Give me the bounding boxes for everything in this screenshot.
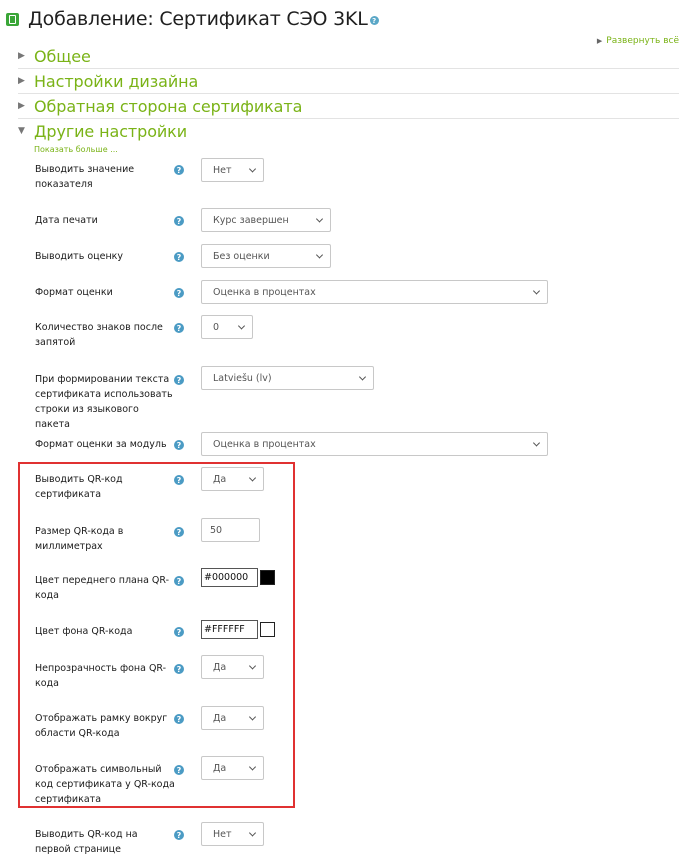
qr-foreground-color-input[interactable]: #000000 [201, 568, 258, 587]
qr-foreground-swatch[interactable] [260, 570, 275, 585]
chevron-down-icon [248, 165, 257, 173]
help-icon[interactable]: ? [174, 830, 184, 840]
section-design[interactable]: ▶ Настройки дизайна [18, 69, 679, 94]
chevron-down-icon [532, 439, 541, 447]
section-title: Общее [34, 46, 91, 66]
chevron-down-icon [248, 474, 257, 482]
help-icon[interactable]: ? [174, 252, 184, 262]
section-general[interactable]: ▶ Общее [18, 44, 679, 69]
help-icon[interactable]: ? [174, 288, 184, 298]
help-icon[interactable]: ? [174, 765, 184, 775]
select-value: Да [213, 661, 227, 673]
select-value: 0 [213, 321, 220, 333]
select-value: Оценка в процентах [213, 438, 316, 450]
caret-right-icon: ▶ [18, 51, 25, 61]
field-label: Дата печати [35, 215, 98, 226]
caret-down-icon: ▼ [18, 126, 25, 136]
input-value: #FFFFFF [204, 624, 245, 635]
module-grade-format-select[interactable]: Оценка в процентах [201, 432, 548, 456]
field-label: Размер QR-кода в миллиметрах [35, 526, 124, 552]
field-label: Выводить значение показателя [35, 164, 135, 190]
section-other[interactable]: ▼ Другие настройки [18, 119, 679, 143]
chevron-down-icon [315, 215, 324, 223]
help-icon[interactable]: ? [369, 16, 379, 25]
qr-background-color-input[interactable]: #FFFFFF [201, 620, 258, 639]
field-label: Отображать рамку вокруг области QR-кода [35, 713, 168, 739]
settings-page: Добавление: Сертификат СЭО 3KL ? ▶ Развер… [0, 0, 685, 864]
show-indicator-select[interactable]: Нет [201, 158, 264, 182]
help-icon[interactable]: ? [174, 165, 184, 175]
help-icon[interactable]: ? [174, 576, 184, 586]
field-label: Формат оценки [35, 287, 113, 298]
section-title: Обратная сторона сертификата [34, 96, 303, 116]
field-label: Выводить QR-код на первой странице [35, 829, 138, 855]
field-label: Количество знаков после запятой [35, 322, 163, 348]
chevron-down-icon [237, 322, 246, 330]
chevron-down-icon [248, 763, 257, 771]
field-label: Непрозрачность фона QR-кода [35, 663, 167, 689]
select-value: Да [213, 712, 227, 724]
help-icon[interactable]: ? [174, 475, 184, 485]
chevron-down-icon [532, 287, 541, 295]
qr-frame-select[interactable]: Да [201, 706, 264, 730]
help-icon[interactable]: ? [174, 375, 184, 385]
grade-format-select[interactable]: Оценка в процентах [201, 280, 548, 304]
field-label: Формат оценки за модуль [35, 439, 167, 450]
input-value: #000000 [204, 572, 249, 583]
section-title: Настройки дизайна [34, 71, 199, 91]
chevron-down-icon [248, 662, 257, 670]
field-label: Цвет переднего плана QR-кода [35, 575, 170, 601]
page-header: Добавление: Сертификат СЭО 3KL ? [6, 6, 379, 32]
qr-symbolic-select[interactable]: Да [201, 756, 264, 780]
chevron-down-icon [358, 373, 367, 381]
select-value: Без оценки [213, 250, 270, 262]
print-date-select[interactable]: Курс завершен [201, 208, 331, 232]
section-title: Другие настройки [34, 121, 188, 141]
help-icon[interactable]: ? [174, 527, 184, 537]
qr-size-input[interactable]: 50 [201, 518, 260, 542]
help-icon[interactable]: ? [174, 440, 184, 450]
select-value: Оценка в процентах [213, 286, 316, 298]
decimals-select[interactable]: 0 [201, 315, 253, 339]
certificate-module-icon [6, 12, 19, 26]
qr-opacity-select[interactable]: Да [201, 655, 264, 679]
chevron-down-icon [248, 713, 257, 721]
help-icon[interactable]: ? [174, 627, 184, 637]
select-value: Нет [213, 164, 232, 176]
select-value: Нет [213, 828, 232, 840]
caret-right-icon: ▶ [18, 76, 25, 86]
chevron-down-icon [315, 251, 324, 259]
field-label: Цвет фона QR-кода [35, 626, 133, 637]
field-label: При формировании текста сертификата испо… [35, 374, 173, 430]
field-label: Отображать символьный код сертификата у … [35, 764, 175, 805]
show-qr-select[interactable]: Да [201, 467, 264, 491]
select-value: Latviešu (lv) [213, 372, 272, 384]
section-back[interactable]: ▶ Обратная сторона сертификата [18, 94, 679, 119]
select-value: Курс завершен [213, 214, 289, 226]
select-value: Да [213, 473, 227, 485]
help-icon[interactable]: ? [174, 216, 184, 226]
select-value: Да [213, 762, 227, 774]
language-select[interactable]: Latviešu (lv) [201, 366, 374, 390]
caret-right-icon: ▶ [18, 101, 25, 111]
help-icon[interactable]: ? [174, 714, 184, 724]
show-grade-select[interactable]: Без оценки [201, 244, 331, 268]
help-icon[interactable]: ? [174, 323, 184, 333]
show-more-link[interactable]: Показать больше ... [34, 145, 118, 154]
input-value: 50 [210, 524, 223, 536]
qr-background-swatch[interactable] [260, 622, 275, 637]
chevron-down-icon [248, 829, 257, 837]
help-icon[interactable]: ? [174, 664, 184, 674]
qr-first-page-select[interactable]: Нет [201, 822, 264, 846]
field-label: Выводить оценку [35, 251, 124, 262]
page-title: Добавление: Сертификат СЭО 3KL [28, 8, 368, 30]
field-label: Выводить QR-код сертификата [35, 474, 123, 500]
